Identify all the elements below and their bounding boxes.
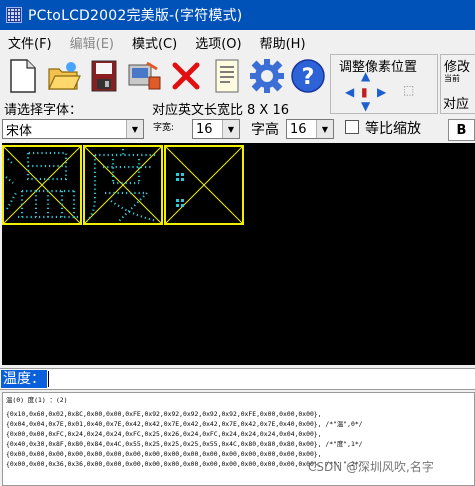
open-file-button[interactable] — [45, 56, 83, 96]
pixel-canvas[interactable] — [2, 143, 475, 365]
text-input-value[interactable]: 温度： — [1, 370, 47, 388]
settings-button[interactable] — [126, 56, 164, 96]
shift-right-icon[interactable]: ▶ — [377, 85, 386, 99]
aspect-info-value: 8 X 16 — [247, 103, 289, 118]
adjust-pixel-group: 调整像素位置 ▲ ◀ ▮ ▶ ▼ ⬚ — [330, 54, 438, 114]
code-line: {0x00,0x00,0xFC,0x24,0x24,0x24,0xFC,0x25… — [6, 430, 322, 438]
chevron-down-icon[interactable]: ▼ — [316, 120, 333, 138]
window-title: PCtoLCD2002完美版-(字符模式) — [28, 8, 243, 24]
char-index-line: 温(0) 度(1) ：(2) — [6, 396, 68, 404]
title-bar: PCtoLCD2002完美版-(字符模式) — [0, 0, 475, 30]
font-width-value: 16 — [196, 121, 213, 137]
watermark: CSDN @深圳风吹,名字 — [308, 460, 434, 474]
code-line: {0x10,0x60,0x02,0x8C,0x00,0x00,0xFE,0x92… — [6, 410, 322, 418]
font-height-select[interactable]: 16 ▼ — [286, 119, 334, 139]
help-icon: ? — [291, 59, 325, 93]
new-icon — [10, 59, 36, 93]
font-width-select[interactable]: 16 ▼ — [192, 119, 240, 139]
toolbar: ? — [0, 54, 330, 98]
notes-button[interactable] — [208, 56, 246, 96]
proportional-scale-label: 等比缩放 — [365, 121, 421, 137]
modify-group: 修改 当前 对应 — [440, 54, 475, 114]
settings-icon — [128, 61, 161, 90]
code-line: {0x04,0x04,0x7E,0x01,0x40,0x7E,0x42,0x42… — [6, 420, 363, 428]
glyph-cell[interactable] — [164, 145, 244, 225]
glyph-preview — [84, 146, 162, 224]
code-line: {0x40,0x30,0x8F,0x80,0x84,0x4C,0x55,0x25… — [6, 440, 363, 448]
gear-icon — [250, 59, 285, 93]
font-height-value: 16 — [290, 121, 307, 137]
bold-button[interactable]: B — [448, 119, 475, 141]
menu-help[interactable]: 帮助(H) — [260, 33, 306, 52]
gear-options-button[interactable] — [249, 56, 287, 96]
app-icon — [6, 7, 22, 23]
modify-subtitle: 当前 — [444, 74, 460, 83]
adjust-pixel-title: 调整像素位置 — [337, 56, 420, 75]
glyph-preview — [165, 146, 243, 224]
font-select[interactable]: 宋体 ▼ — [2, 119, 144, 139]
center-icon[interactable]: ▮ — [361, 85, 368, 99]
text-edit-row[interactable]: 温度： — [0, 368, 475, 390]
svg-text:?: ? — [302, 65, 315, 90]
shift-left-icon[interactable]: ◀ — [345, 85, 354, 99]
save-file-button[interactable] — [86, 56, 124, 96]
proportional-scale-checkbox[interactable] — [345, 120, 359, 134]
text-caret — [48, 371, 49, 387]
font-prompt-label: 请选择字体： — [4, 103, 83, 118]
menu-edit[interactable]: 编辑(E) — [70, 33, 114, 52]
aspect-info-label: 对应英文长宽比 — [152, 103, 244, 118]
menu-options[interactable]: 选项(O) — [195, 33, 241, 52]
save-icon — [91, 60, 117, 92]
open-icon — [47, 62, 81, 90]
menu-mode[interactable]: 模式(C) — [132, 33, 177, 52]
glyph-preview — [3, 146, 81, 224]
delete-icon — [172, 62, 200, 90]
font-height-label: 字高 — [251, 122, 279, 138]
glyph-cell[interactable] — [83, 145, 163, 225]
grid-center-icon[interactable]: ⬚ — [403, 83, 414, 97]
chevron-down-icon[interactable]: ▼ — [222, 120, 239, 138]
font-width-label: 字宽: — [153, 123, 175, 133]
new-file-button[interactable] — [4, 56, 42, 96]
glyph-cell[interactable] — [2, 145, 82, 225]
chevron-down-icon[interactable]: ▼ — [126, 120, 143, 138]
delete-button[interactable] — [167, 56, 205, 96]
help-button[interactable]: ? — [289, 56, 327, 96]
shift-down-icon[interactable]: ▼ — [361, 99, 370, 113]
shift-up-icon[interactable]: ▲ — [361, 69, 370, 83]
menu-bar: 文件(F) 编辑(E) 模式(C) 选项(O) 帮助(H) — [0, 30, 475, 54]
aspect-info: 对应英文长宽比 8 X 16 — [152, 99, 289, 118]
font-select-value: 宋体 — [6, 123, 33, 139]
modify-position-label: 对应 — [443, 97, 470, 112]
notes-icon — [215, 59, 239, 93]
menu-file[interactable]: 文件(F) — [8, 33, 52, 52]
